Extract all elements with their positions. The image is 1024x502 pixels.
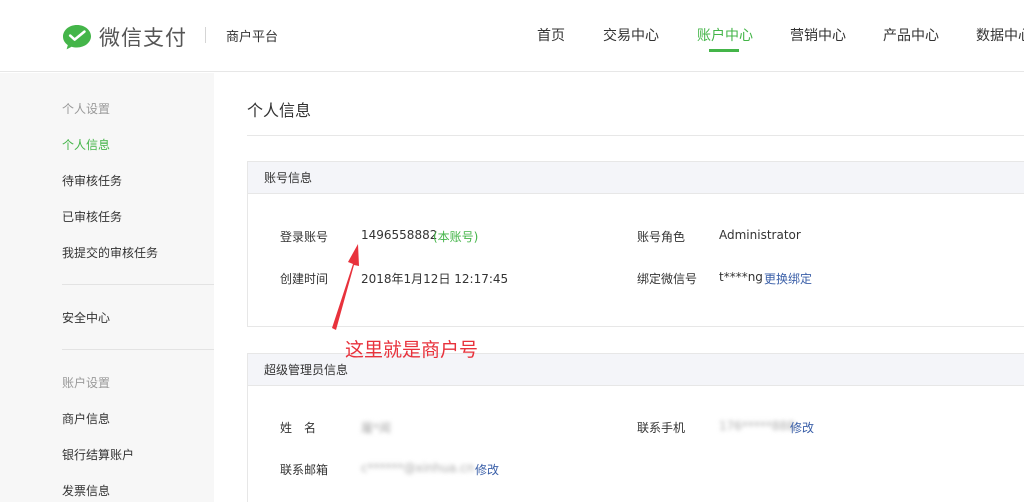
created-time-value: 2018年1月12日 12:17:45: [361, 272, 509, 286]
account-role-label: 账号角色: [637, 230, 686, 244]
annotation-text: 这里就是商户号: [345, 339, 479, 361]
edit-phone-link[interactable]: 修改: [790, 419, 814, 436]
contact-email-value: c******@xinhua.cn: [361, 461, 475, 475]
contact-phone-label: 联系手机: [637, 421, 686, 435]
bound-wechat-label: 绑定微信号: [637, 272, 698, 286]
name-value: 屠*闻: [361, 421, 392, 435]
nav-active-indicator: [709, 49, 739, 52]
created-time-label: 创建时间: [280, 272, 329, 286]
main-nav: 首页 交易中心 账户中心 营销中心 产品中心 数据中心: [0, 25, 1024, 72]
sidebar-item-my-submitted-review[interactable]: 我提交的审核任务: [62, 244, 158, 261]
sidebar-group-account-settings: 账户设置: [62, 376, 111, 390]
change-binding-link[interactable]: 更换绑定: [764, 270, 812, 287]
sidebar-item-pending-review[interactable]: 待审核任务: [62, 172, 122, 189]
top-header: 微信支付 商户平台 首页 交易中心 账户中心 营销中心 产品中心 数据中心: [0, 0, 1024, 72]
account-role-value: Administrator: [719, 228, 801, 242]
edit-email-link[interactable]: 修改: [475, 461, 499, 478]
sidebar-item-merchant-info[interactable]: 商户信息: [62, 410, 110, 427]
nav-product-center[interactable]: 产品中心: [883, 25, 939, 45]
nav-marketing-center[interactable]: 营销中心: [790, 25, 846, 45]
sidebar-item-bank-settlement-account[interactable]: 银行结算账户: [62, 446, 134, 463]
sidebar-item-personal-info[interactable]: 个人信息: [62, 136, 110, 153]
nav-home[interactable]: 首页: [537, 25, 565, 45]
nav-trade-center[interactable]: 交易中心: [603, 25, 659, 45]
login-account-label: 登录账号: [280, 230, 329, 244]
contact-email-label: 联系邮箱: [280, 463, 329, 477]
name-label: 姓 名: [280, 421, 317, 435]
account-info-panel: 账号信息: [247, 161, 1024, 327]
contact-phone-value: 176*****888: [719, 419, 795, 433]
this-account-note: (本账号): [433, 230, 479, 244]
sidebar-item-invoice-info[interactable]: 发票信息: [62, 482, 110, 499]
nav-data-center[interactable]: 数据中心: [976, 25, 1024, 45]
sidebar-group-personal-settings: 个人设置: [62, 102, 111, 116]
sidebar-item-security-center[interactable]: 安全中心: [62, 309, 110, 326]
login-account-value: 1496558882: [361, 228, 438, 242]
account-info-panel-title: 账号信息: [248, 162, 1024, 194]
page-title: 个人信息: [247, 101, 312, 120]
sidebar-divider: [62, 284, 214, 285]
sidebar: 个人设置 个人信息 待审核任务 已审核任务 我提交的审核任务 安全中心 账户设置…: [0, 73, 214, 502]
bound-wechat-value: t****ng: [719, 270, 763, 284]
sidebar-divider: [62, 349, 214, 350]
title-divider: [247, 135, 1024, 136]
nav-account-center[interactable]: 账户中心: [697, 25, 753, 45]
sidebar-item-reviewed[interactable]: 已审核任务: [62, 208, 122, 225]
